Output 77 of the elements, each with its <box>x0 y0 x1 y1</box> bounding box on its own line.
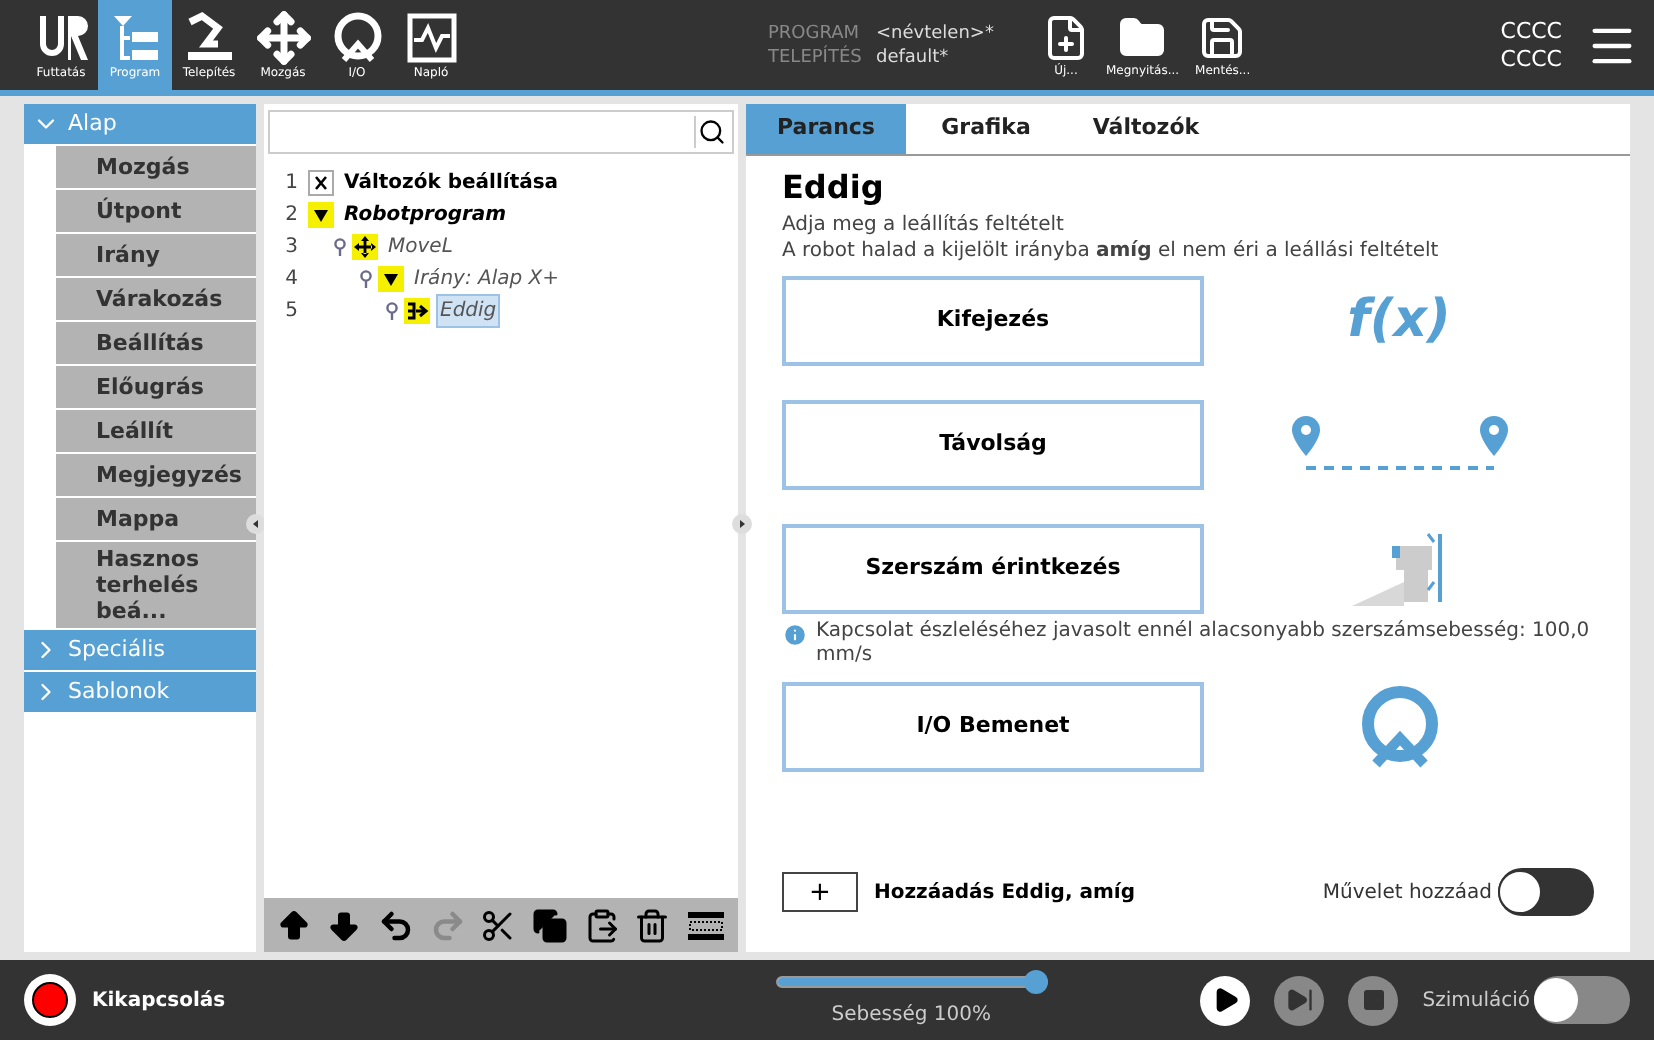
speed-label: Sebesség 100% <box>831 1002 991 1030</box>
paste-icon[interactable] <box>583 907 620 943</box>
add-label: Hozzáadás Eddig, amíg <box>874 879 1135 907</box>
tree-connector-icon <box>334 237 346 255</box>
folder-icon <box>1118 13 1167 61</box>
line-number: 5 <box>283 297 300 325</box>
condition-button[interactable]: I/O Bemenet <box>782 682 1204 772</box>
command-item[interactable]: Hasznos terhelés beá... <box>56 542 256 630</box>
stop-icon <box>1361 988 1386 1012</box>
tree-node[interactable]: Változók beállítása <box>340 165 563 199</box>
command-item[interactable]: Várakozás <box>56 278 256 322</box>
step-button[interactable] <box>1274 975 1325 1025</box>
simulation-label: Szimuláció <box>1422 987 1530 1015</box>
command-item[interactable]: Útpont <box>56 190 256 234</box>
line-number: 3 <box>283 233 300 261</box>
io-circle-icon <box>329 10 385 66</box>
description-text: A robot halad a kijelölt irányba amíg el nem éri a leállási feltételt <box>782 238 1441 264</box>
move-arrows-icon <box>255 10 311 66</box>
speed-slider[interactable] <box>775 970 1048 994</box>
toggle-switch[interactable] <box>1498 868 1594 916</box>
command-item[interactable]: Beállítás <box>56 322 256 366</box>
variable-x-icon <box>308 169 334 195</box>
stop-button[interactable] <box>1348 975 1399 1025</box>
status-text: CCCC <box>1500 17 1562 45</box>
tree-node[interactable]: Irány: Alap X+ <box>410 261 563 295</box>
search-icon[interactable] <box>694 116 726 148</box>
line-number: 4 <box>283 265 300 293</box>
move-arrows-icon <box>352 233 378 259</box>
condition-button[interactable]: Kifejezés <box>782 276 1204 366</box>
command-item[interactable]: Megjegyzés <box>56 454 256 498</box>
scissors-icon[interactable] <box>480 907 517 943</box>
play-button[interactable] <box>1200 975 1251 1025</box>
command-item[interactable]: Irány <box>56 234 256 278</box>
play-icon <box>1211 986 1240 1014</box>
program-label: PROGRAM <box>768 21 862 45</box>
info-icon <box>782 622 808 648</box>
command-title: Eddig <box>782 166 886 210</box>
save-icon <box>1198 13 1247 61</box>
command-item[interactable]: Mozgás <box>56 146 256 190</box>
simulation-switch[interactable] <box>1534 976 1630 1024</box>
suppress-icon[interactable] <box>686 907 727 943</box>
power-label: Kikapcsolás <box>92 987 226 1015</box>
move-up-icon[interactable] <box>275 907 312 943</box>
command-item[interactable]: Leállít <box>56 410 256 454</box>
copy-icon[interactable] <box>532 907 569 943</box>
tree-connector-icon <box>386 301 398 319</box>
undo-icon[interactable] <box>378 907 415 943</box>
expand-handle-icon[interactable] <box>732 514 752 534</box>
panel-tab[interactable]: Parancs <box>746 104 906 154</box>
power-button[interactable] <box>24 974 76 1026</box>
condition-button[interactable]: Távolság <box>782 400 1204 490</box>
add-button[interactable]: + <box>782 872 858 912</box>
toggle-label: Művelet hozzáad <box>1322 879 1492 907</box>
line-number: 2 <box>283 201 300 229</box>
command-item[interactable]: Mappa <box>56 498 256 542</box>
move-down-icon[interactable] <box>326 907 363 943</box>
program-name: <névtelen>* <box>876 21 994 45</box>
log-graph-icon <box>403 10 459 66</box>
search-field[interactable] <box>268 110 734 154</box>
tool-contact-icon <box>1351 529 1447 609</box>
condition-button[interactable]: Szerszám érintkezés <box>782 524 1204 614</box>
trash-icon[interactable] <box>634 907 671 943</box>
function-symbol: f(x) <box>1347 288 1451 354</box>
tree-node[interactable]: Robotprogram <box>340 197 511 231</box>
distance-pins-icon <box>1289 415 1509 475</box>
step-icon <box>1285 986 1314 1014</box>
installation-name: default* <box>876 45 949 69</box>
installation-label: TELEPÍTÉS <box>768 45 864 69</box>
tree-node[interactable]: Eddig <box>436 293 501 327</box>
info-text: Kapcsolat észleléséhez javasolt ennél alacsonyabb szerszámsebesség: 100,0 mm/s <box>816 620 1592 668</box>
command-item[interactable]: Előugrás <box>56 366 256 410</box>
tree-connector-icon <box>360 269 372 287</box>
tree-node[interactable]: MoveL <box>384 229 457 263</box>
status-text: CCCC <box>1500 45 1562 73</box>
line-number: 1 <box>283 169 300 197</box>
description-text: Adja meg a leállítás feltételt <box>782 212 1066 238</box>
until-arrow-icon <box>404 297 430 323</box>
